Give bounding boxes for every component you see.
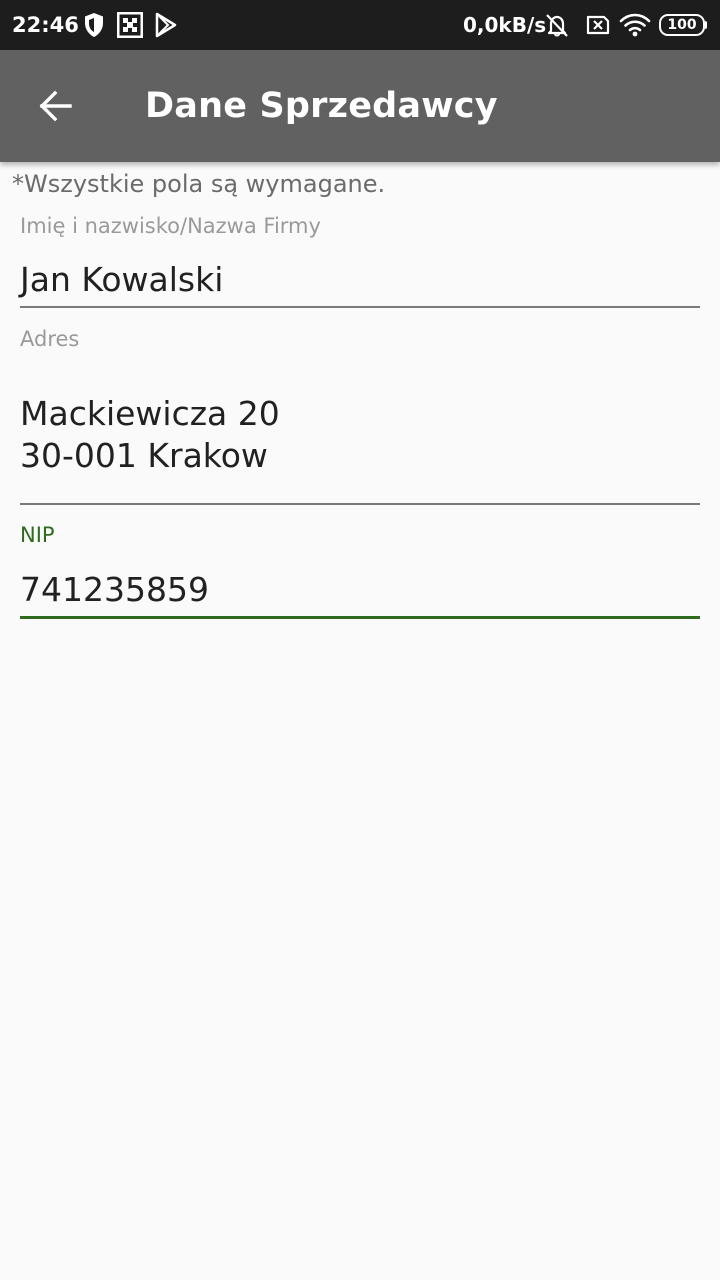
- required-fields-note: *Wszystkie pola są wymagane.: [12, 170, 386, 198]
- nip-field[interactable]: 741235859: [20, 569, 700, 611]
- app-bar: Dane Sprzedawcy: [0, 50, 720, 162]
- address-field-label: Adres: [20, 327, 80, 351]
- network-speed: 0,0kB/s: [463, 13, 547, 37]
- back-button[interactable]: [24, 74, 88, 138]
- sim-x-icon: [584, 12, 611, 38]
- battery-icon: 100: [659, 14, 707, 36]
- wifi-icon: [619, 12, 651, 38]
- grid-icon: [116, 11, 144, 39]
- name-field-underline: [20, 306, 700, 308]
- address-field[interactable]: Mackiewicza 20 30-001 Krakow: [20, 393, 700, 477]
- address-field-underline: [20, 503, 700, 505]
- name-field-label: Imię i nazwisko/Nazwa Firmy: [20, 214, 321, 238]
- battery-level: 100: [667, 17, 697, 33]
- status-bar: 22:46 0,0kB/s 100: [0, 0, 720, 50]
- nip-field-label: NIP: [20, 523, 55, 547]
- play-store-icon: [155, 12, 177, 38]
- page-title: Dane Sprzedawcy: [145, 86, 498, 126]
- bell-muted-icon: [543, 12, 571, 38]
- name-field[interactable]: Jan Kowalski: [20, 259, 700, 301]
- nip-field-underline: [20, 616, 700, 619]
- shield-icon: [83, 12, 105, 38]
- status-time: 22:46: [12, 13, 79, 37]
